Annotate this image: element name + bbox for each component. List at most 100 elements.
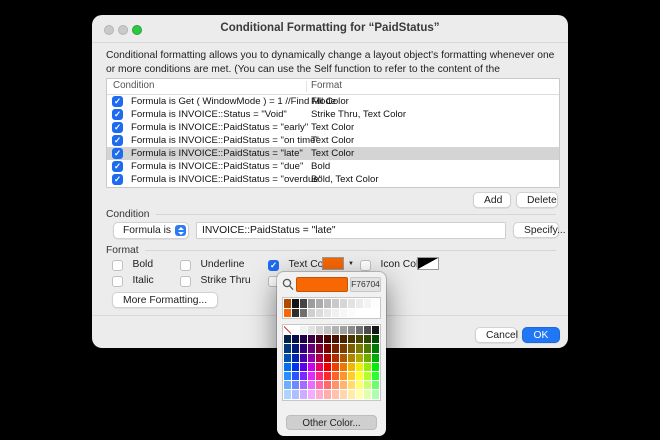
color-cell[interactable] (316, 326, 323, 335)
color-cell[interactable] (356, 335, 363, 344)
color-cell[interactable] (284, 299, 291, 308)
hex-value-field[interactable]: F76704 (350, 277, 381, 292)
color-cell[interactable] (292, 381, 299, 390)
table-row[interactable]: Formula is INVOICE::PaidStatus = "early"… (107, 121, 559, 134)
color-cell[interactable] (332, 299, 339, 308)
transparent-color-cell[interactable] (284, 326, 291, 335)
italic-checkbox[interactable] (112, 275, 123, 287)
color-cell[interactable] (340, 362, 347, 371)
color-cell[interactable] (308, 335, 315, 344)
color-cell[interactable] (356, 299, 363, 308)
zoom-button[interactable] (132, 25, 142, 35)
column-header-format[interactable]: Format (311, 80, 342, 91)
color-cell[interactable] (372, 371, 379, 381)
text-color-well[interactable] (322, 256, 344, 270)
color-cell[interactable] (348, 299, 355, 308)
color-cell[interactable] (284, 381, 291, 390)
color-cell[interactable] (308, 371, 315, 381)
color-cell[interactable] (284, 344, 291, 353)
table-row[interactable]: Formula is INVOICE::PaidStatus = "late" T… (107, 147, 559, 160)
color-cell[interactable] (348, 390, 355, 399)
row-enabled-checkbox[interactable] (112, 122, 123, 133)
row-enabled-checkbox[interactable] (112, 148, 123, 159)
color-cell[interactable] (348, 326, 355, 335)
delete-button[interactable]: Delete (516, 192, 558, 208)
color-cell[interactable] (340, 381, 347, 390)
color-cell[interactable] (324, 308, 331, 317)
color-cell[interactable] (316, 353, 323, 362)
color-cell[interactable] (372, 390, 379, 399)
color-cell[interactable] (364, 326, 371, 335)
close-button[interactable] (104, 25, 114, 35)
minimize-button[interactable] (118, 25, 128, 35)
color-cell[interactable] (372, 308, 379, 317)
color-cell[interactable] (284, 308, 291, 317)
color-cell[interactable] (316, 362, 323, 371)
color-cell[interactable] (332, 390, 339, 399)
color-cell[interactable] (348, 381, 355, 390)
color-cell[interactable] (364, 299, 371, 308)
color-cell[interactable] (324, 335, 331, 344)
color-cell[interactable] (340, 308, 347, 317)
color-cell[interactable] (292, 326, 299, 335)
current-color-swatch[interactable] (296, 277, 348, 292)
color-cell[interactable] (340, 371, 347, 381)
color-cell[interactable] (308, 308, 315, 317)
color-cell[interactable] (300, 335, 307, 344)
color-cell[interactable] (364, 390, 371, 399)
color-cell[interactable] (332, 335, 339, 344)
color-cell[interactable] (324, 362, 331, 371)
color-cell[interactable] (324, 390, 331, 399)
color-cell[interactable] (364, 381, 371, 390)
color-cell[interactable] (332, 371, 339, 381)
row-enabled-checkbox[interactable] (112, 96, 123, 107)
color-cell[interactable] (332, 362, 339, 371)
color-cell[interactable] (356, 308, 363, 317)
color-cell[interactable] (284, 362, 291, 371)
color-cell[interactable] (356, 326, 363, 335)
bold-checkbox[interactable] (112, 259, 123, 271)
color-cell[interactable] (300, 299, 307, 308)
cancel-button[interactable]: Cancel (475, 327, 518, 343)
color-cell[interactable] (292, 299, 299, 308)
color-cell[interactable] (364, 362, 371, 371)
operator-dropdown[interactable]: Formula is (113, 222, 189, 239)
color-cell[interactable] (372, 344, 379, 353)
other-color-button[interactable]: Other Color... (286, 415, 377, 430)
table-row[interactable]: Formula is INVOICE::Status = "Void" Strik… (107, 108, 559, 121)
color-cell[interactable] (308, 362, 315, 371)
underline-checkbox[interactable] (180, 259, 191, 271)
color-cell[interactable] (300, 353, 307, 362)
color-cell[interactable] (300, 371, 307, 381)
color-cell[interactable] (308, 381, 315, 390)
color-cell[interactable] (364, 308, 371, 317)
table-row[interactable]: Formula is INVOICE::PaidStatus = "on tim… (107, 134, 559, 147)
color-cell[interactable] (348, 335, 355, 344)
color-cell[interactable] (332, 308, 339, 317)
color-cell[interactable] (364, 335, 371, 344)
color-cell[interactable] (332, 381, 339, 390)
color-cell[interactable] (356, 371, 363, 381)
color-cell[interactable] (284, 335, 291, 344)
row-enabled-checkbox[interactable] (112, 135, 123, 146)
color-cell[interactable] (332, 326, 339, 335)
color-cell[interactable] (356, 362, 363, 371)
formula-field[interactable] (196, 222, 506, 239)
color-cell[interactable] (340, 326, 347, 335)
color-cell[interactable] (300, 308, 307, 317)
color-cell[interactable] (364, 353, 371, 362)
more-formatting-button[interactable]: More Formatting... (112, 292, 219, 308)
color-cell[interactable] (332, 344, 339, 353)
color-cell[interactable] (316, 335, 323, 344)
specify-button[interactable]: Specify... (513, 222, 566, 238)
color-cell[interactable] (308, 390, 315, 399)
color-cell[interactable] (348, 344, 355, 353)
color-cell[interactable] (372, 326, 379, 335)
row-enabled-checkbox[interactable] (112, 109, 123, 120)
color-cell[interactable] (324, 299, 331, 308)
color-cell[interactable] (300, 344, 307, 353)
color-cell[interactable] (372, 335, 379, 344)
table-row[interactable]: Formula is INVOICE::PaidStatus = "due" Bo… (107, 160, 559, 173)
color-cell[interactable] (284, 353, 291, 362)
color-cell[interactable] (324, 344, 331, 353)
